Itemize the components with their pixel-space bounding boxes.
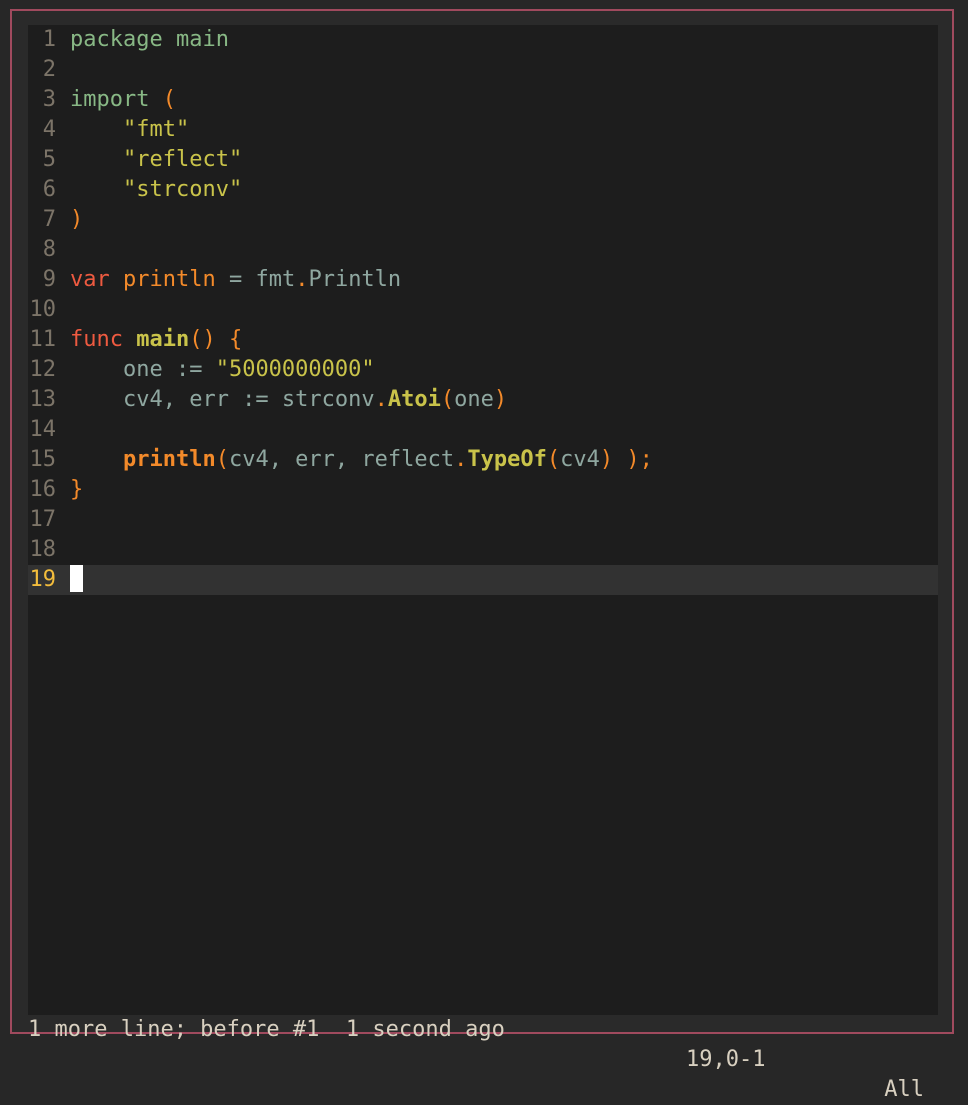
code-line[interactable]: 11 func main() { — [28, 325, 938, 355]
line-number: 18 — [29, 537, 57, 562]
code-token: cv4, err := strconv — [70, 387, 375, 412]
line-code[interactable]: "fmt" — [70, 115, 189, 145]
line-number: 9 — [42, 267, 56, 292]
line-code[interactable]: one := "5000000000" — [70, 355, 375, 385]
code-token: ( — [546, 447, 561, 472]
code-token: . — [374, 387, 388, 412]
line-code[interactable]: import ( — [70, 85, 176, 115]
line-number: 8 — [42, 237, 56, 262]
line-code[interactable]: func main() { — [70, 325, 242, 355]
line-code[interactable]: cv4, err := strconv.Atoi(one) — [70, 385, 507, 415]
code-line[interactable]: 2 — [28, 55, 938, 85]
code-token: "strconv" — [70, 177, 243, 202]
code-line[interactable]: 6 "strconv" — [28, 175, 938, 205]
code-token: TypeOf — [467, 447, 547, 472]
scroll-indicator: All — [884, 1077, 924, 1102]
code-line[interactable]: 14 — [28, 415, 938, 445]
code-line[interactable]: 7) — [28, 205, 938, 235]
line-code[interactable]: } — [70, 475, 83, 505]
line-number: 12 — [29, 357, 57, 382]
code-token: Atoi — [387, 387, 441, 412]
code-line[interactable]: 9 var println = fmt.Println — [28, 265, 938, 295]
line-number: 16 — [29, 477, 57, 502]
line-code[interactable]: var println = fmt.Println — [70, 265, 401, 295]
code-token: main — [136, 327, 190, 352]
code-token: println — [122, 267, 216, 292]
line-number: 19 — [29, 567, 57, 592]
code-line[interactable]: 13 cv4, err := strconv.Atoi(one) — [28, 385, 938, 415]
code-token: ( — [215, 447, 229, 472]
text-cursor — [70, 565, 83, 592]
line-number: 4 — [42, 117, 56, 142]
code-token: Println — [308, 267, 402, 292]
code-line[interactable]: 12 one := "5000000000" — [28, 355, 938, 385]
status-bar: 1 more line; before #1 1 second ago 19,0… — [28, 985, 938, 1102]
code-token: one — [454, 387, 494, 412]
line-code[interactable]: "reflect" — [70, 145, 242, 175]
code-token: ) ); — [599, 447, 653, 472]
code-token: fmt — [255, 267, 296, 292]
line-number: 14 — [29, 417, 57, 442]
code-token: . — [454, 447, 468, 472]
code-token: println — [122, 447, 216, 472]
line-number: 15 — [29, 447, 57, 472]
code-token: ( — [162, 87, 176, 112]
code-token: cv4 — [560, 447, 600, 472]
line-number: 2 — [42, 57, 56, 82]
code-line[interactable]: 16} — [28, 475, 938, 505]
line-number: 11 — [29, 327, 57, 352]
line-number: 3 — [42, 87, 56, 112]
code-token: func — [70, 327, 137, 352]
cursor-position: 19,0-1 — [686, 1047, 766, 1072]
line-code[interactable]: "strconv" — [70, 175, 242, 205]
current-line[interactable]: 19 — [28, 565, 938, 595]
code-token: "reflect" — [70, 147, 243, 172]
line-number: 1 — [42, 27, 56, 52]
code-token: var — [70, 267, 123, 292]
code-token: main — [175, 27, 229, 52]
status-message: 1 more line; before #1 1 second ago — [28, 1017, 505, 1042]
code-token: = — [215, 267, 256, 292]
line-number: 7 — [42, 207, 56, 232]
code-token: ) — [493, 387, 508, 412]
code-token: one := — [70, 357, 216, 382]
code-token: cv4, err, reflect — [228, 447, 455, 472]
code-editor[interactable]: 1 package main 2 3 import (4 "fmt" 5 "reflect… — [28, 25, 938, 1015]
line-number: 13 — [29, 387, 57, 412]
line-number: 5 — [42, 147, 56, 172]
code-token: ) — [70, 207, 84, 232]
code-line[interactable]: 8 — [28, 235, 938, 265]
line-code[interactable] — [70, 565, 83, 595]
code-token: "5000000000" — [215, 357, 375, 382]
code-line[interactable]: 17 — [28, 505, 938, 535]
code-line[interactable]: 4 "fmt" — [28, 115, 938, 145]
line-number: 10 — [29, 297, 57, 322]
code-token: package — [70, 27, 176, 52]
line-number: 17 — [29, 507, 57, 532]
line-code[interactable]: ) — [70, 205, 83, 235]
code-line[interactable]: 5 "reflect" — [28, 145, 938, 175]
code-line[interactable]: 3 import ( — [28, 85, 938, 115]
code-token: import — [70, 87, 163, 112]
code-line[interactable]: 18 — [28, 535, 938, 565]
code-token: ( — [440, 387, 455, 412]
line-code[interactable]: println(cv4, err, reflect.TypeOf(cv4) ); — [70, 445, 653, 475]
code-token: . — [295, 267, 309, 292]
code-token: () { — [189, 327, 243, 352]
code-line[interactable]: 10 — [28, 295, 938, 325]
code-token: "fmt" — [70, 117, 190, 142]
code-token: } — [70, 477, 84, 502]
line-code[interactable]: package main — [70, 25, 229, 55]
line-number: 6 — [42, 177, 56, 202]
code-line[interactable]: 1 package main — [28, 25, 938, 55]
code-line[interactable]: 15 println(cv4, err, reflect.TypeOf(cv4)… — [28, 445, 938, 475]
